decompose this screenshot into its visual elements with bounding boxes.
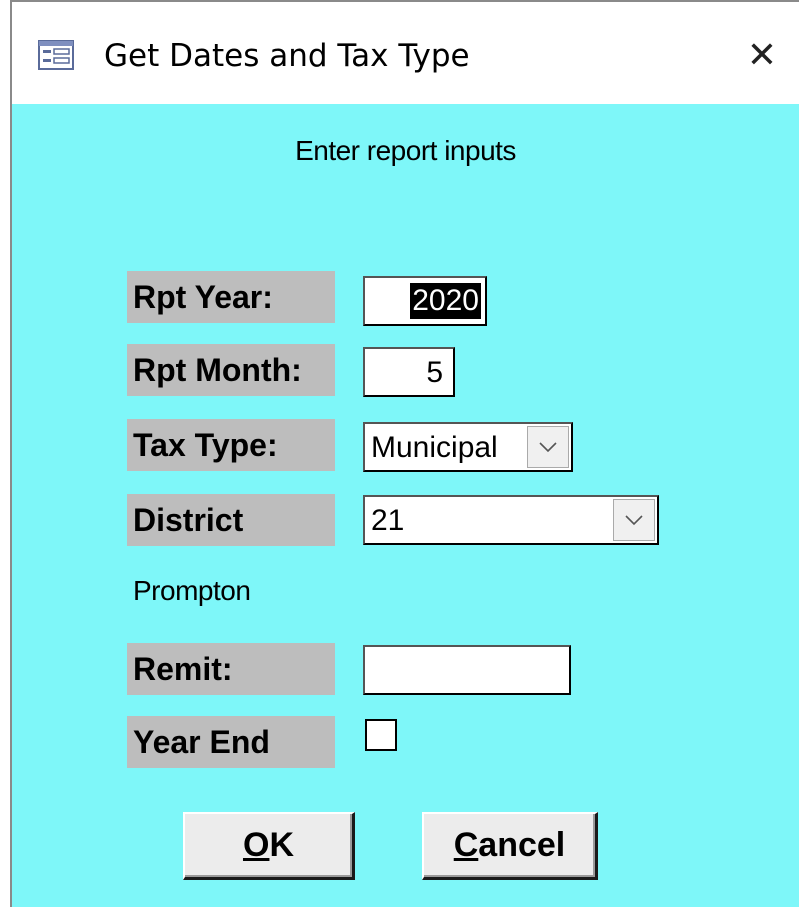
dialog-window: Get Dates and Tax Type ✕ Enter report in…	[10, 0, 799, 907]
cancel-button[interactable]: Cancel	[422, 812, 598, 880]
chevron-down-icon	[625, 515, 643, 526]
chevron-down-icon	[539, 442, 557, 453]
rpt-month-input[interactable]: 5	[363, 347, 455, 397]
close-button[interactable]: ✕	[743, 34, 781, 76]
ok-button[interactable]: OK	[183, 812, 355, 880]
cancel-label-rest: ancel	[478, 826, 566, 864]
remit-input[interactable]	[363, 645, 571, 695]
close-icon: ✕	[746, 34, 778, 76]
ok-label-rest: K	[269, 826, 294, 864]
year-end-checkbox[interactable]	[365, 719, 397, 751]
rpt-month-label: Rpt Month:	[127, 344, 335, 396]
tax-type-value: Municipal	[371, 431, 498, 464]
rpt-year-input[interactable]: 2020	[363, 276, 487, 326]
rpt-month-value: 5	[426, 356, 443, 389]
year-end-label: Year End	[127, 716, 335, 768]
rpt-year-value: 2020	[410, 283, 481, 319]
tax-type-combobox[interactable]: Municipal	[363, 422, 573, 472]
tax-type-label: Tax Type:	[127, 419, 335, 471]
district-label: District	[127, 494, 335, 546]
form-header: Enter report inputs	[295, 135, 516, 166]
tax-type-dropdown-button[interactable]	[527, 426, 569, 468]
district-dropdown-button[interactable]	[613, 499, 655, 541]
form-icon	[38, 40, 74, 70]
district-value: 21	[371, 504, 405, 537]
window-title: Get Dates and Tax Type	[104, 38, 470, 74]
title-bar[interactable]: Get Dates and Tax Type ✕	[12, 2, 799, 104]
ok-mnemonic: O	[242, 826, 270, 864]
rpt-year-label: Rpt Year:	[127, 271, 335, 323]
remit-label: Remit:	[127, 643, 335, 695]
district-name: Prompton	[133, 575, 251, 606]
cancel-mnemonic: C	[453, 826, 479, 864]
district-combobox[interactable]: 21	[363, 495, 659, 545]
